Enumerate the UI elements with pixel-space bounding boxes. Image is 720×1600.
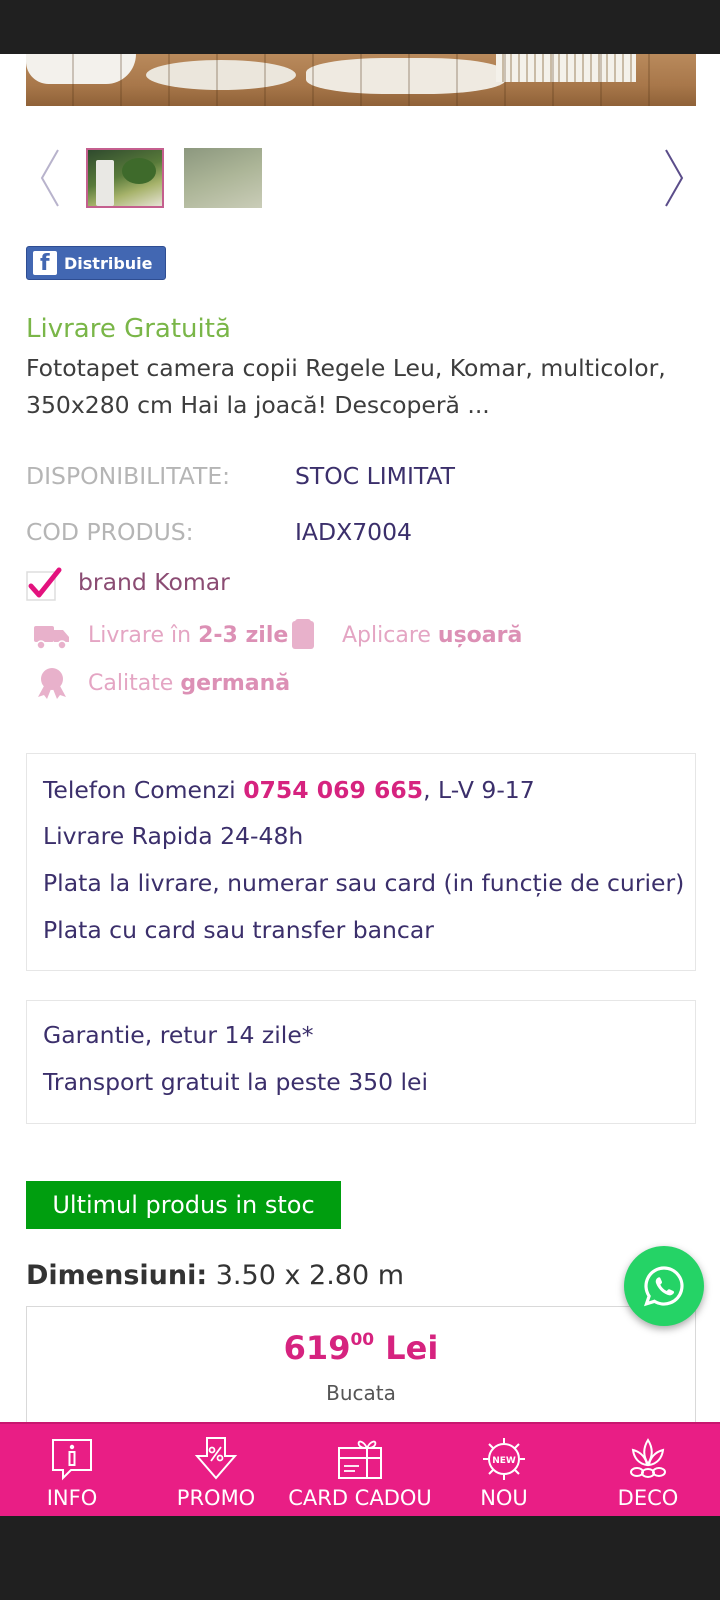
price-decimals: 00 (350, 1330, 375, 1350)
apply-bold: ușoară (437, 622, 523, 648)
thumbnail-2[interactable] (184, 148, 262, 208)
product-price: 61900 Lei (27, 1329, 695, 1367)
availability-label: DISPONIBILITATE: (26, 462, 231, 490)
dimensions-value: 3.50 x 2.80 m (215, 1260, 405, 1291)
svg-text:NEW: NEW (492, 1456, 516, 1466)
phone-prefix: Telefon Comenzi (43, 776, 236, 804)
thumbnail-shape (122, 158, 156, 184)
nav-label-info: INFO (46, 1486, 98, 1510)
nav-label-new: NOU (480, 1486, 528, 1510)
facebook-icon: f (33, 251, 57, 276)
share-label: Distribuie (64, 253, 153, 273)
price-integer: 619 (283, 1329, 351, 1367)
dimensions: Dimensiuni: 3.50 x 2.80 m (26, 1260, 404, 1291)
dimensions-label: Dimensiuni: (26, 1260, 208, 1291)
quality-bold: germană (180, 670, 291, 696)
floor-planks (26, 54, 696, 106)
free-transport-line: Transport gratuit la peste 350 lei (43, 1068, 429, 1096)
nav-item-info[interactable]: INFO (0, 1424, 144, 1518)
feature-quality: Calitate germană (32, 666, 290, 700)
availability-row: DISPONIBILITATE: STOC LIMITAT (26, 462, 696, 492)
bottom-navigation: INFO PROMO CARD CADOU NEW NOU DECO (0, 1422, 720, 1516)
gift-card-icon (337, 1436, 383, 1482)
nav-label-gift-card: CARD CADOU (288, 1486, 432, 1510)
thumbnail-shape (96, 160, 114, 206)
warranty-info-box: Garantie, retur 14 zile* Transport gratu… (26, 1000, 696, 1124)
wallpaper-roll-icon (286, 618, 326, 652)
delivery-info-line: Livrare Rapida 24-48h (43, 822, 304, 850)
thumbnail-gallery (26, 146, 696, 210)
thumbnail-1[interactable] (86, 148, 164, 208)
delivery-truck-icon (32, 618, 72, 652)
product-code-value: IADX7004 (295, 518, 413, 546)
phone-hours: , L-V 9-17 (423, 776, 535, 804)
system-navigation-bar (0, 1516, 720, 1600)
availability-value: STOC LIMITAT (295, 462, 456, 490)
status-bar (0, 0, 720, 54)
phone-line: Telefon Comenzi 0754 069 665, L-V 9-17 (43, 776, 535, 804)
feature-apply: Aplicare ușoară (286, 618, 522, 652)
product-main-image[interactable] (26, 54, 696, 106)
nav-item-promo[interactable]: PROMO (144, 1424, 288, 1518)
payment-card-line: Plata cu card sau transfer bancar (43, 916, 434, 944)
info-icon (49, 1436, 95, 1482)
product-code-label: COD PRODUS: (26, 518, 194, 546)
free-shipping-label: Livrare Gratuită (26, 314, 231, 344)
nav-item-new[interactable]: NEW NOU (432, 1424, 576, 1518)
warranty-line: Garantie, retur 14 zile* (43, 1021, 314, 1049)
checkmark-icon (26, 566, 62, 602)
product-code-row: COD PRODUS: IADX7004 (26, 518, 696, 548)
delivery-time: 2-3 zile (198, 622, 289, 648)
last-item-stock-badge: Ultimul produs in stoc (26, 1181, 341, 1229)
facebook-share-button[interactable]: f Distribuie (26, 246, 166, 280)
nav-item-gift-card[interactable]: CARD CADOU (288, 1424, 432, 1518)
promo-icon (193, 1436, 239, 1482)
new-icon: NEW (481, 1436, 527, 1482)
previous-arrow-icon[interactable] (38, 146, 68, 210)
apply-prefix: Aplicare (342, 622, 431, 648)
phone-number-link[interactable]: 0754 069 665 (243, 776, 423, 804)
delivery-prefix: Livrare în (88, 622, 192, 648)
contact-info-box: Telefon Comenzi 0754 069 665, L-V 9-17 L… (26, 753, 696, 971)
whatsapp-icon (643, 1266, 684, 1307)
feature-delivery: Livrare în 2-3 zile (32, 618, 288, 652)
brand-text: brand Komar (78, 568, 230, 596)
quality-badge-icon (32, 666, 72, 700)
payment-cod-line: Plata la livrare, numerar sau card (in f… (43, 869, 685, 897)
nav-label-promo: PROMO (176, 1486, 256, 1510)
price-currency: Lei (385, 1329, 439, 1367)
nav-label-deco: DECO (617, 1486, 679, 1510)
product-description: Fototapet camera copii Regele Leu, Komar… (26, 354, 666, 419)
whatsapp-chat-button[interactable] (624, 1246, 704, 1326)
price-unit: Bucata (326, 1381, 396, 1405)
next-arrow-icon[interactable] (656, 146, 686, 210)
deco-icon (625, 1436, 671, 1482)
quality-prefix: Calitate (88, 670, 174, 696)
nav-item-deco[interactable]: DECO (576, 1424, 720, 1518)
